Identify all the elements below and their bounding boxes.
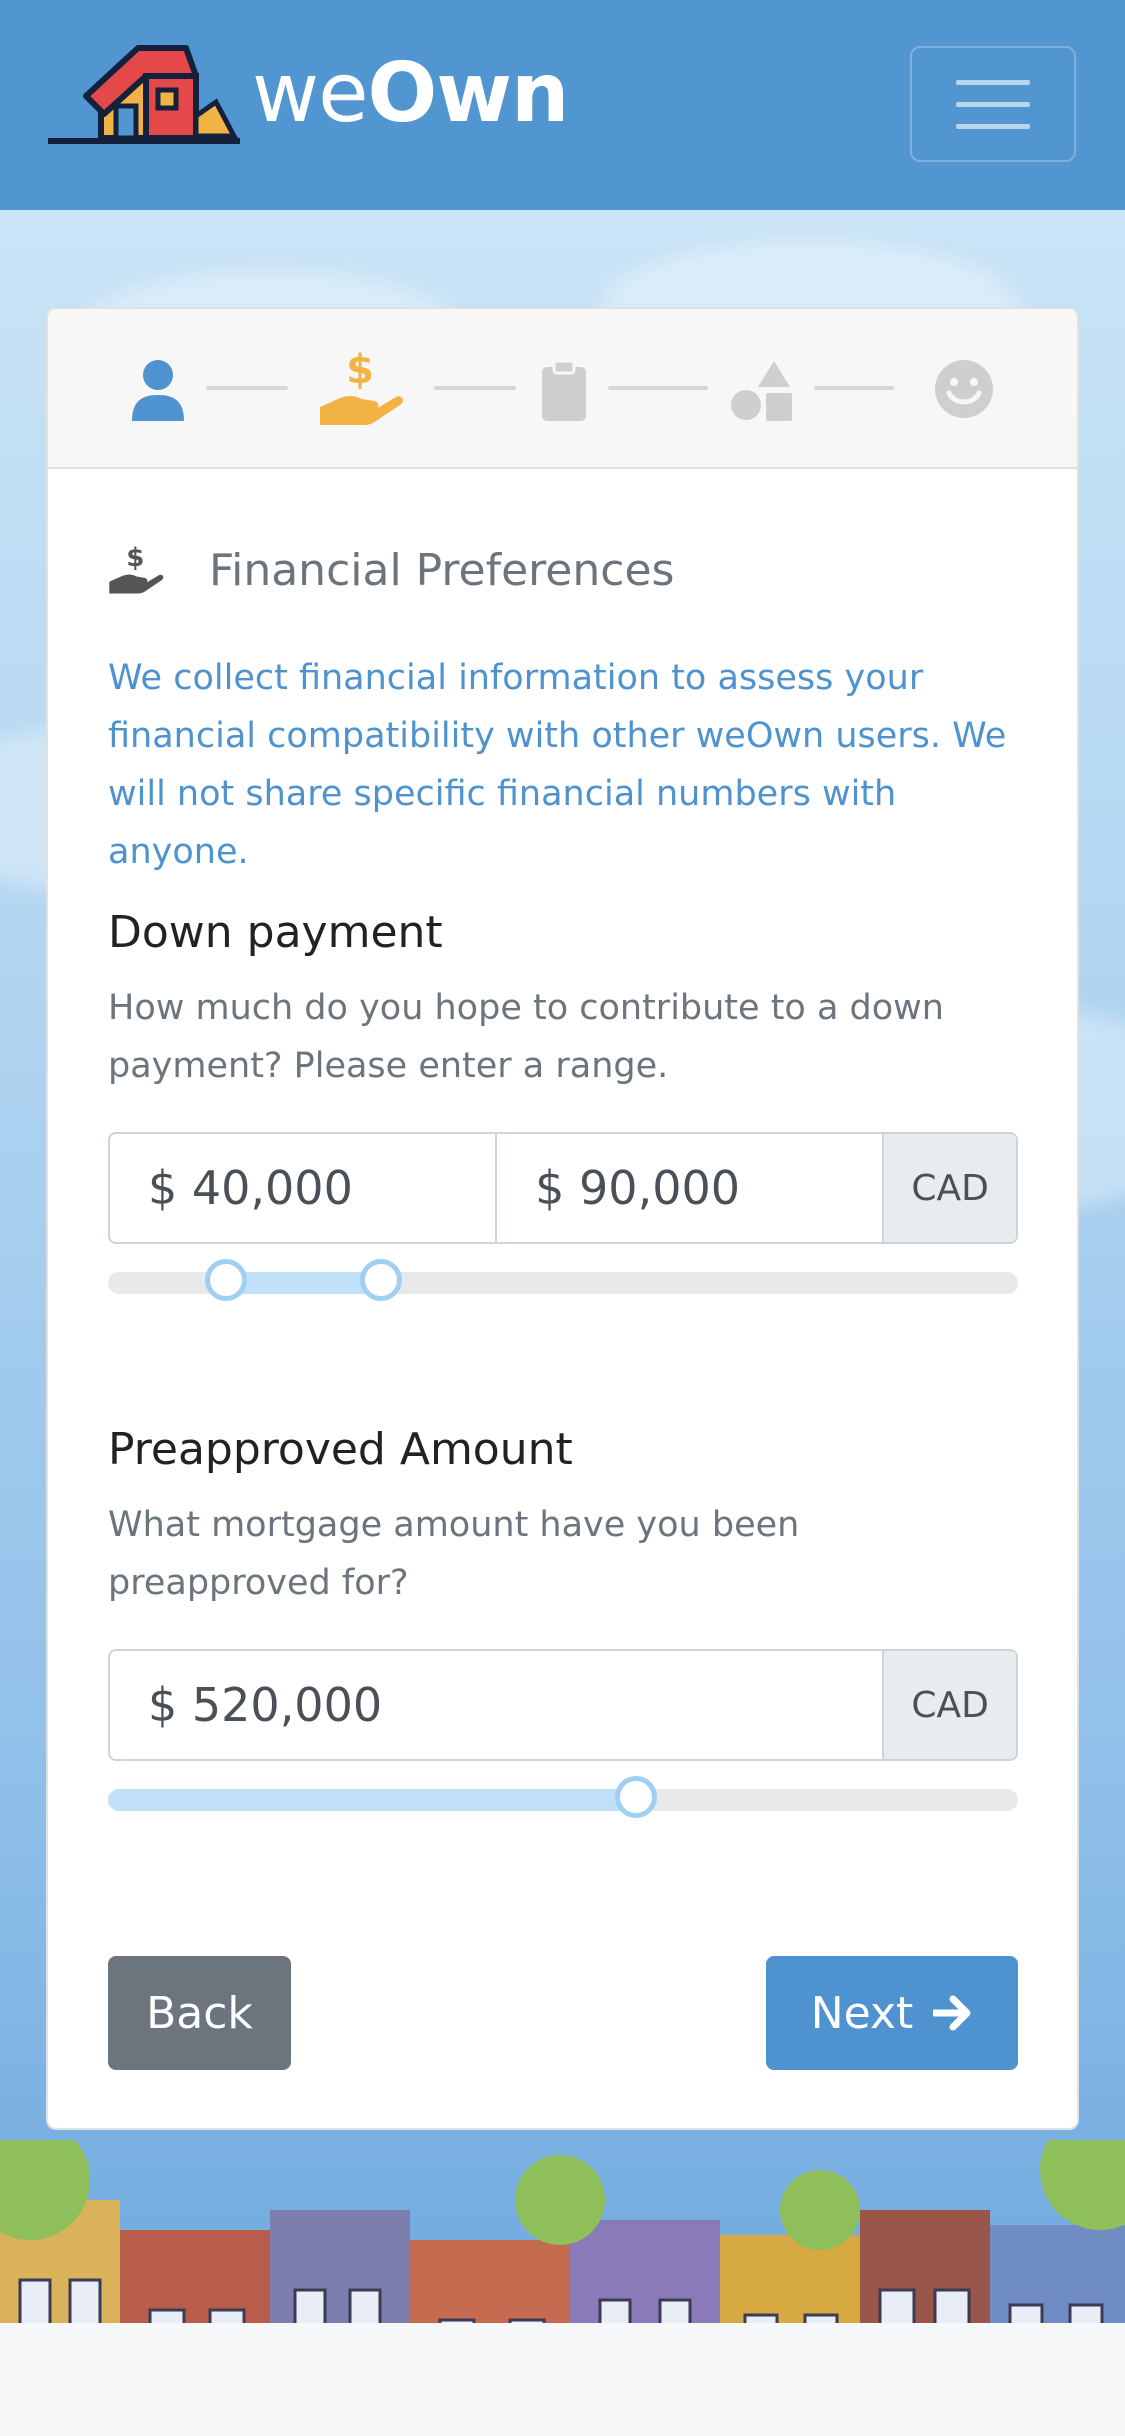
next-button-label: Next [810, 1987, 914, 2039]
preapproved-slider[interactable] [108, 1776, 1018, 1818]
privacy-notice: We collect financial information to asse… [108, 658, 1007, 872]
preapproved-label: Preapproved Amount [108, 1424, 573, 1475]
clipboard-icon [542, 359, 586, 421]
next-button[interactable]: Next [766, 1956, 1018, 2070]
hand-holding-dollar-icon: $ [320, 349, 403, 425]
page-footer-area [0, 2323, 1125, 2436]
slider-max-handle[interactable] [360, 1259, 402, 1301]
down-payment-range-slider[interactable] [108, 1259, 1018, 1301]
currency-addon: CAD [882, 1651, 1016, 1759]
slider-selected-range [108, 1789, 636, 1811]
house-logo-icon [48, 45, 240, 144]
preapproved-help: What mortgage amount have you been preap… [108, 1505, 800, 1603]
down-payment-min-input[interactable]: $ 40,000 [110, 1134, 498, 1242]
brand[interactable]: weOwn [46, 36, 570, 150]
step-connector [434, 386, 516, 390]
slider-selected-range [226, 1272, 381, 1294]
brand-own: Own [367, 45, 570, 141]
down-payment-label: Down payment [108, 907, 443, 958]
hand-holding-dollar-icon: $ [109, 543, 164, 594]
navbar: weOwn [0, 0, 1125, 210]
section-header: $ Financial Preferences [108, 542, 674, 598]
progress-stepper: $ [48, 309, 1077, 469]
down-payment-help: How much do you hope to contribute to a … [108, 988, 944, 1086]
slider-handle[interactable] [614, 1776, 657, 1818]
brand-name: weOwn [252, 45, 570, 141]
step-connector [608, 386, 708, 390]
step-connector [206, 386, 288, 390]
preapproved-input-group: $ 520,000 CAD [108, 1649, 1018, 1761]
brand-we: we [252, 45, 369, 141]
preapproved-amount-input[interactable]: $ 520,000 [110, 1651, 882, 1759]
section-title: Financial Preferences [209, 544, 675, 596]
svg-text:$: $ [346, 349, 374, 393]
down-payment-input-group: $ 40,000 $ 90,000 CAD [108, 1132, 1018, 1244]
user-icon [132, 360, 184, 421]
financial-preferences-card: $ $ Financial Preferences We collect fin… [46, 307, 1079, 2130]
step-connector [814, 386, 894, 390]
back-button[interactable]: Back [108, 1956, 291, 2070]
smile-icon [935, 360, 993, 418]
svg-text:$: $ [126, 543, 144, 573]
townhouses-illustration [0, 2140, 1125, 2323]
shapes-icon [731, 361, 792, 421]
arrow-right-icon [933, 1995, 971, 2031]
down-payment-max-input[interactable]: $ 90,000 [497, 1134, 882, 1242]
hamburger-menu-icon[interactable] [910, 46, 1076, 162]
back-button-label: Back [146, 1987, 253, 2039]
currency-addon: CAD [882, 1134, 1016, 1242]
slider-min-handle[interactable] [205, 1259, 248, 1301]
